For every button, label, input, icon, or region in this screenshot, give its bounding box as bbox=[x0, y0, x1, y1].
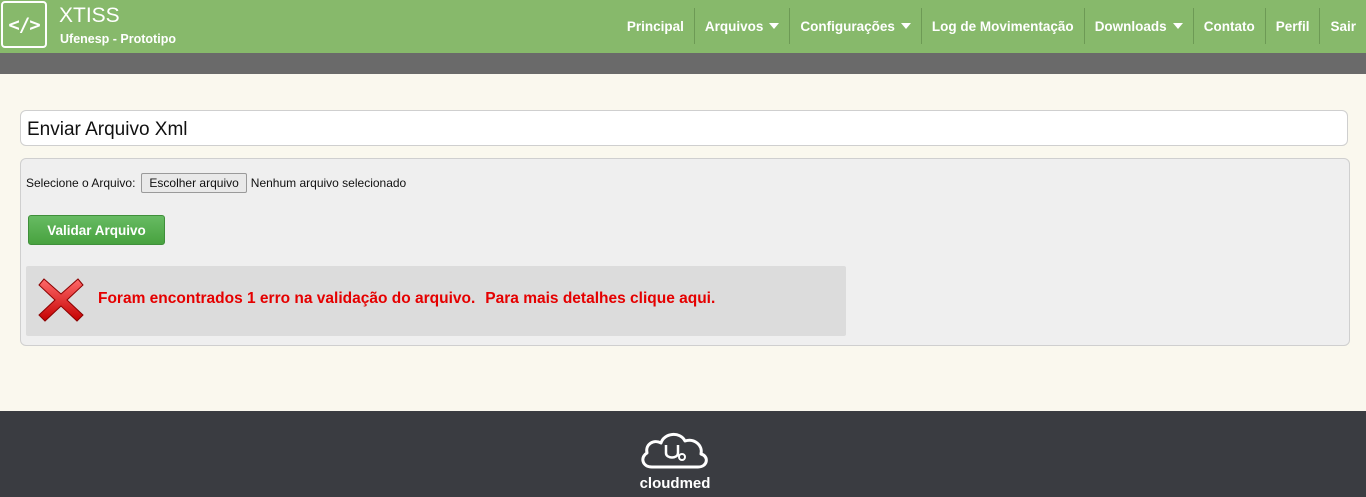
nav-item-label: Perfil bbox=[1275, 18, 1310, 34]
app-subtitle: Ufenesp - Prototipo bbox=[60, 32, 176, 46]
nav-item-label: Configurações bbox=[800, 18, 895, 34]
red-x-icon bbox=[38, 278, 84, 322]
nav-item-label: Arquivos bbox=[704, 18, 764, 34]
cloud-stethoscope-icon bbox=[641, 433, 708, 469]
caret-down-icon bbox=[1172, 23, 1183, 29]
main-nav: Principal Arquivos Configurações Log de … bbox=[617, 8, 1366, 44]
nav-item-label: Sair bbox=[1330, 18, 1356, 34]
error-message-text: Foram encontrados 1 erro na validação do… bbox=[98, 290, 476, 307]
nav-item-contato[interactable]: Contato bbox=[1192, 8, 1265, 44]
footer: cloudmed bbox=[0, 411, 1366, 497]
code-logo-icon[interactable]: </> bbox=[1, 1, 47, 48]
error-details-link[interactable]: Para mais detalhes clique aqui. bbox=[485, 290, 715, 307]
file-status-text: Nenhum arquivo selecionado bbox=[250, 176, 407, 190]
sub-header-bar bbox=[0, 53, 1366, 74]
file-input-label: Selecione o Arquivo: bbox=[26, 176, 136, 190]
choose-file-button[interactable]: Escolher arquivo bbox=[141, 173, 247, 193]
top-navbar: </> XTISS Ufenesp - Prototipo Principal … bbox=[0, 0, 1366, 53]
nav-item-label: Downloads bbox=[1094, 18, 1167, 34]
nav-item-downloads[interactable]: Downloads bbox=[1083, 8, 1193, 44]
nav-item-principal[interactable]: Principal bbox=[617, 8, 694, 44]
file-input-row: Selecione o Arquivo: Escolher arquivo Ne… bbox=[26, 173, 406, 193]
footer-brand: cloudmed bbox=[639, 475, 711, 492]
logo-glyph: </> bbox=[8, 13, 40, 36]
nav-item-sair[interactable]: Sair bbox=[1319, 8, 1366, 44]
upload-form-panel: Selecione o Arquivo: Escolher arquivo Ne… bbox=[20, 158, 1350, 346]
caret-down-icon bbox=[900, 23, 911, 29]
caret-down-icon bbox=[769, 23, 780, 29]
nav-item-label: Principal bbox=[626, 18, 684, 34]
error-message: Foram encontrados 1 erro na validação do… bbox=[98, 290, 715, 308]
nav-item-log-movimentacao[interactable]: Log de Movimentação bbox=[920, 8, 1084, 44]
nav-item-label: Log de Movimentação bbox=[931, 18, 1074, 34]
page-title: Enviar Arquivo Xml bbox=[20, 110, 1348, 146]
nav-item-configuracoes[interactable]: Configurações bbox=[789, 8, 921, 44]
error-alert: Foram encontrados 1 erro na validação do… bbox=[26, 266, 846, 336]
nav-item-label: Contato bbox=[1203, 18, 1255, 34]
app-title[interactable]: XTISS bbox=[59, 4, 120, 28]
nav-item-perfil[interactable]: Perfil bbox=[1264, 8, 1320, 44]
validate-file-button[interactable]: Validar Arquivo bbox=[28, 215, 165, 245]
footer-logo[interactable]: cloudmed bbox=[634, 427, 716, 493]
nav-item-arquivos[interactable]: Arquivos bbox=[693, 8, 790, 44]
